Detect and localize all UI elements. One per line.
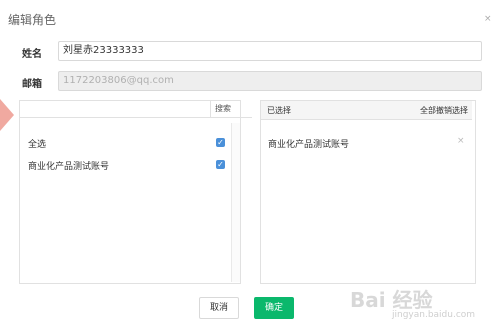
search-input[interactable]	[21, 102, 211, 118]
list-item-label: 商业化产品测试账号	[28, 162, 110, 172]
selected-title: 已选择	[267, 106, 291, 115]
pointer-arrow-icon	[0, 99, 14, 131]
divider	[20, 117, 252, 118]
select-all-checkbox[interactable]: ✓	[216, 138, 225, 147]
remove-icon[interactable]: ×	[457, 136, 465, 146]
close-icon[interactable]: ×	[484, 14, 492, 24]
selected-item-label: 商业化产品测试账号	[268, 140, 350, 150]
name-label: 姓名	[22, 49, 42, 60]
email-input: 1172203806@qq.com	[58, 71, 482, 91]
select-all-label: 全选	[28, 140, 47, 150]
search-button[interactable]: 搜索	[210, 101, 235, 117]
name-input[interactable]: 刘星赤23333333	[58, 41, 482, 61]
selected-header: 已选择 全部撤销选择	[261, 101, 472, 120]
cancel-button[interactable]: 取消	[199, 297, 239, 319]
watermark-logo: Bai 经验	[350, 288, 433, 312]
watermark-url: jingyan.baidu.com	[392, 310, 476, 320]
scrollbar[interactable]	[231, 123, 240, 282]
list-item-checkbox[interactable]: ✓	[216, 160, 225, 169]
right-panel: 已选择 全部撤销选择 商业化产品测试账号 ×	[260, 100, 476, 284]
dialog-title: 编辑角色	[8, 13, 57, 27]
ok-button[interactable]: 确定	[254, 297, 294, 319]
email-label: 邮箱	[22, 79, 42, 90]
left-panel: 搜索 全选 ✓ 商业化产品测试账号 ✓	[19, 100, 252, 284]
clear-all-link[interactable]: 全部撤销选择	[420, 105, 468, 116]
